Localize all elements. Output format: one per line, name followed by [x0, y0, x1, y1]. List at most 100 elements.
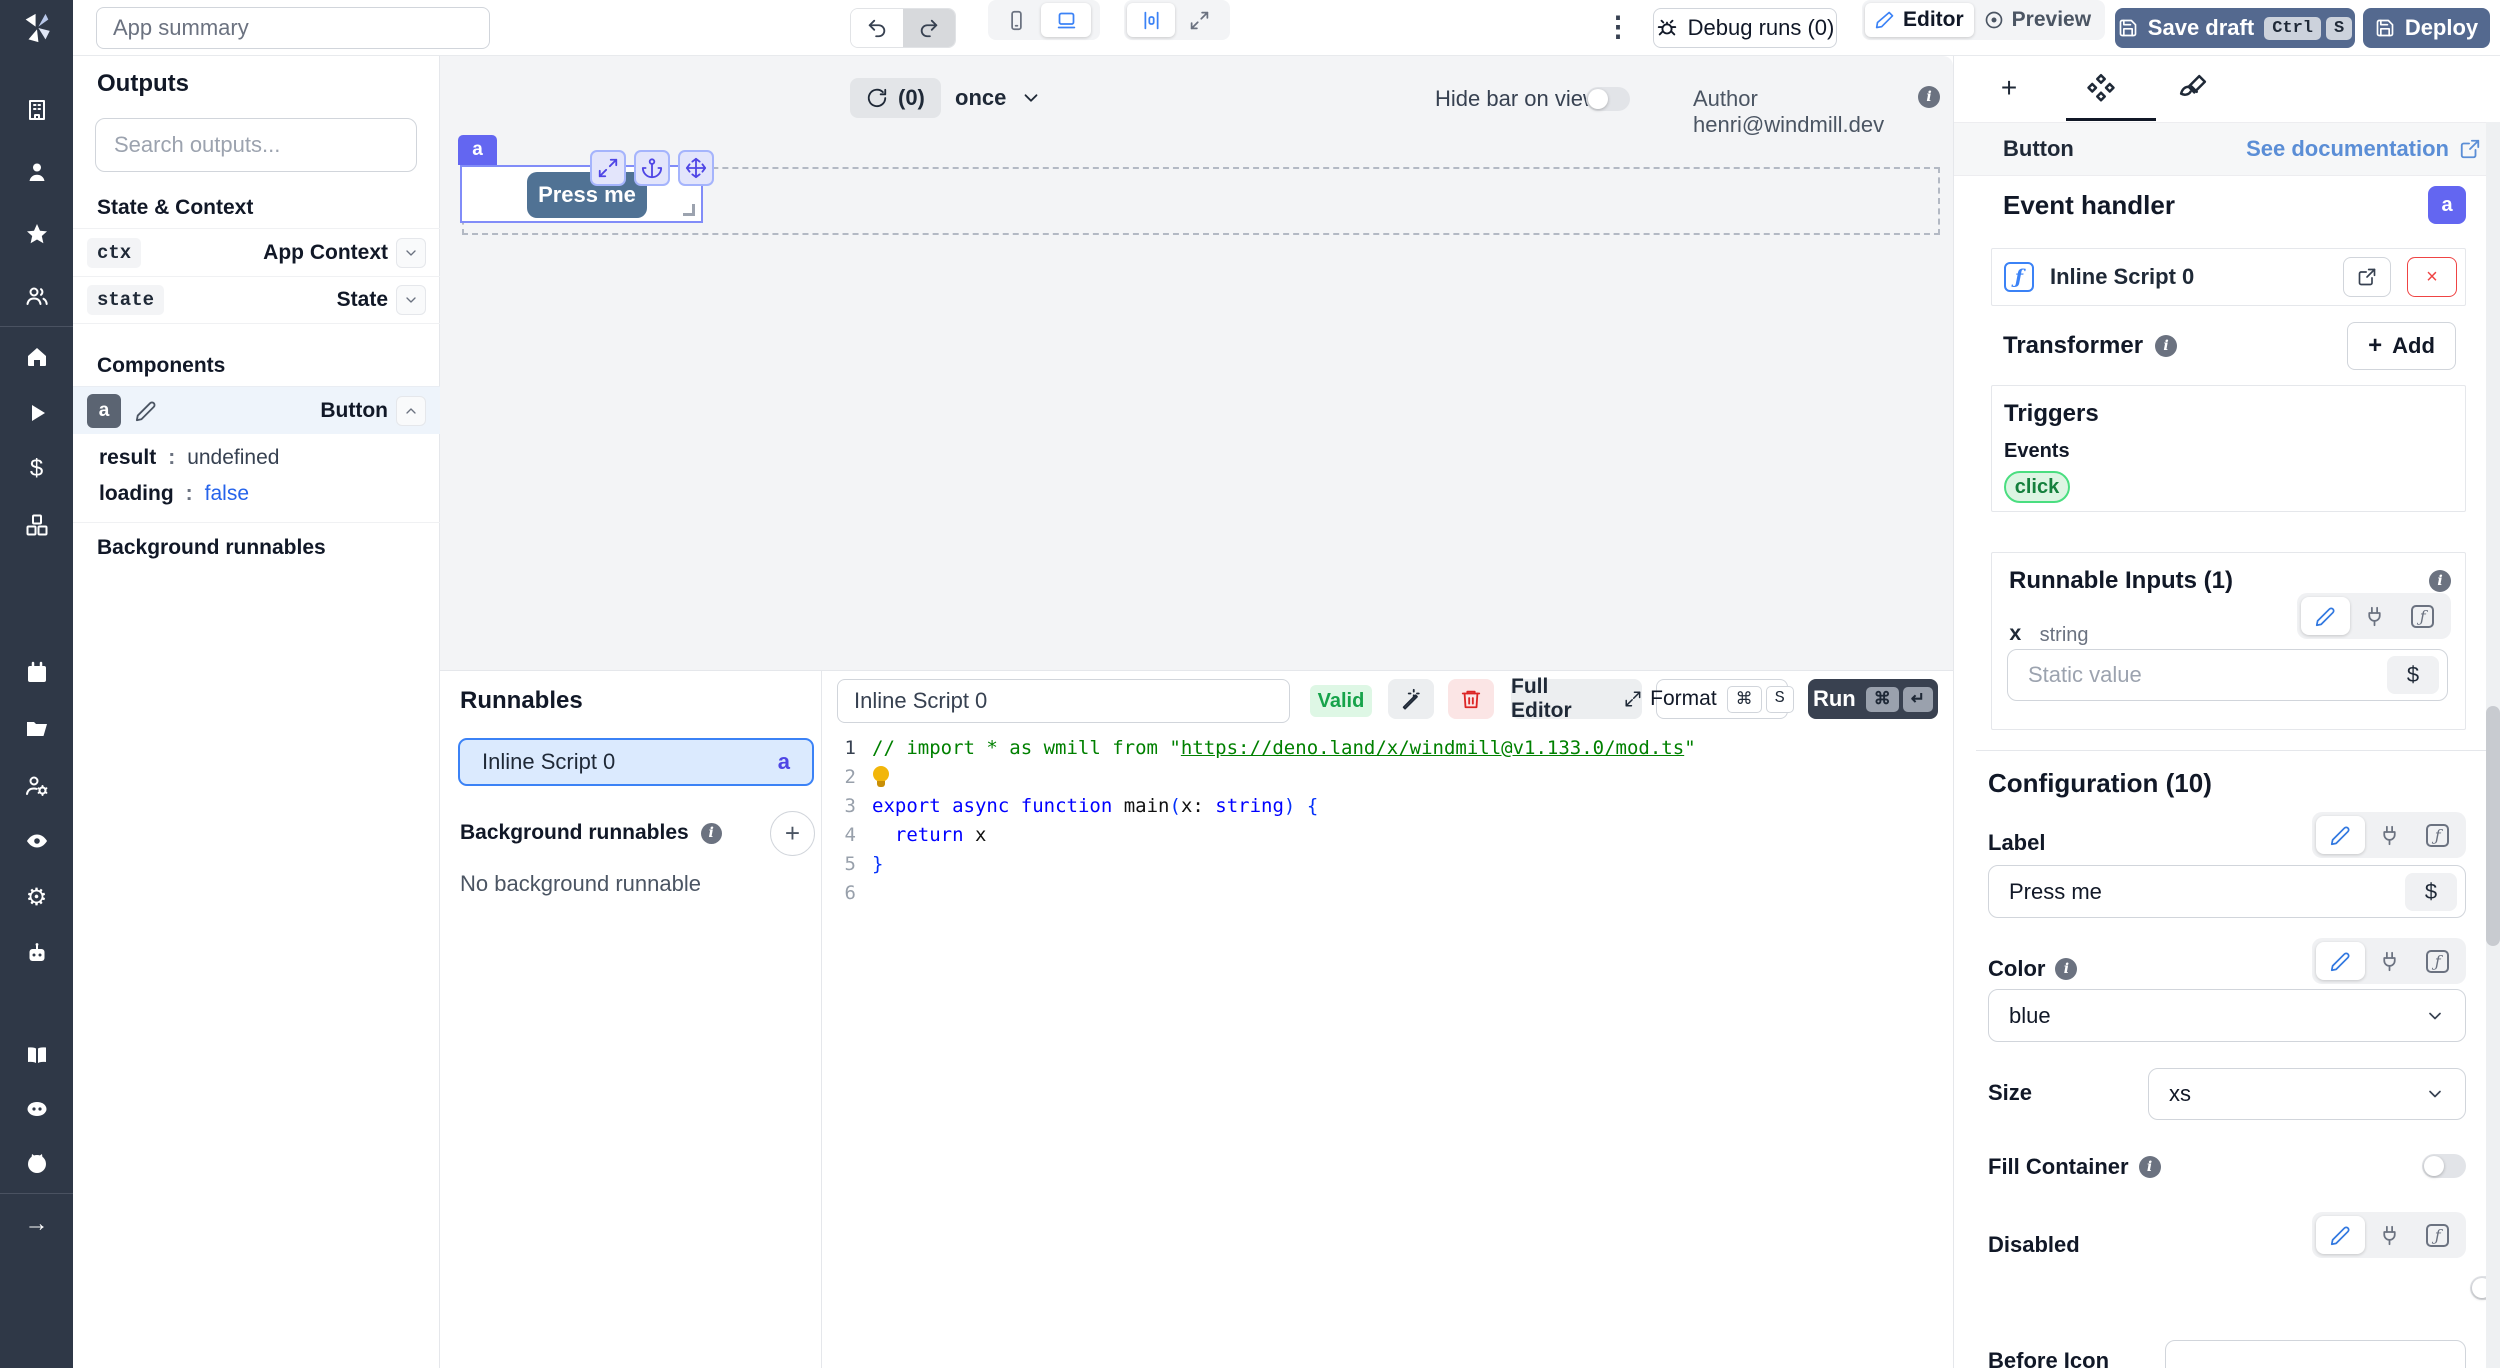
fullwidth-button[interactable]	[1175, 3, 1223, 37]
template-dollar-button[interactable]: $	[2387, 656, 2439, 694]
color-info-icon[interactable]: i	[2055, 958, 2077, 980]
delete-script-button[interactable]	[1448, 679, 1494, 719]
code-line[interactable]: 3 export async function main(x: string) …	[822, 791, 1953, 820]
tab-component-settings[interactable]	[2081, 68, 2121, 108]
code-line[interactable]: 6	[822, 878, 1953, 907]
see-documentation-link[interactable]: See documentation	[2246, 136, 2481, 162]
ai-assist-button[interactable]	[1388, 679, 1434, 719]
sidebar-item-home[interactable]	[0, 337, 73, 377]
tab-styling[interactable]	[2173, 68, 2213, 108]
full-editor-button[interactable]: Full Editor	[1511, 679, 1642, 719]
fill-container-toggle[interactable]	[2422, 1154, 2466, 1178]
eval-mode-button[interactable]: ƒ	[2413, 1216, 2462, 1254]
remove-script-button[interactable]: ×	[2407, 257, 2457, 297]
move-handle-button[interactable]	[678, 150, 714, 186]
collapse-chevron-button[interactable]	[396, 396, 426, 426]
sidebar-item-bot[interactable]	[0, 933, 73, 973]
runnable-inputs-info-icon[interactable]: i	[2429, 570, 2451, 592]
sidebar-item-book[interactable]	[0, 1035, 73, 1075]
before-icon-select[interactable]	[2165, 1340, 2466, 1368]
color-select[interactable]: blue	[1988, 989, 2466, 1042]
sidebar-item-boxes[interactable]	[0, 505, 73, 545]
code-line[interactable]: 5 }	[822, 849, 1953, 878]
tab-insert-component[interactable]: +	[1989, 68, 2029, 108]
app-summary-input[interactable]	[96, 7, 490, 49]
component-row-header[interactable]: a Button	[73, 386, 440, 434]
anchor-handle-button[interactable]	[634, 150, 670, 186]
debug-runs-button[interactable]: Debug runs (0)	[1653, 8, 1837, 48]
code-line[interactable]: 1 // import * as wmill from "https://den…	[822, 733, 1953, 762]
sidebar-item-calendar[interactable]	[0, 653, 73, 693]
hide-bar-toggle[interactable]	[1586, 87, 1630, 111]
expand-handle-button[interactable]	[590, 150, 626, 186]
sidebar-item-folder[interactable]	[0, 709, 73, 749]
press-me-button[interactable]: Press me	[527, 172, 647, 218]
connect-mode-button[interactable]	[2365, 1216, 2414, 1254]
sidebar-item-star[interactable]	[0, 214, 73, 254]
search-outputs-input[interactable]	[95, 118, 417, 172]
size-select[interactable]: xs	[2148, 1068, 2466, 1120]
eval-mode-button[interactable]: ƒ	[2413, 816, 2462, 854]
script-name-input[interactable]	[837, 679, 1290, 723]
tab-editor[interactable]: Editor	[1865, 3, 1974, 37]
static-mode-button[interactable]	[2316, 816, 2365, 854]
code-line[interactable]: 2	[822, 762, 1953, 791]
windmill-logo[interactable]	[0, 0, 73, 56]
expand-chevron-button[interactable]	[396, 285, 426, 315]
desktop-view-button[interactable]	[1041, 3, 1091, 37]
scrollbar-thumb[interactable]	[2486, 706, 2500, 946]
mobile-view-button[interactable]	[991, 3, 1041, 37]
tab-preview[interactable]: Preview	[1974, 3, 2101, 37]
add-background-runnable-button[interactable]: +	[770, 811, 815, 856]
lightbulb-icon[interactable]	[872, 766, 890, 788]
app-canvas[interactable]: (0) once Hide bar on view Author henri@w…	[440, 56, 1953, 670]
connect-mode-button[interactable]	[2350, 597, 2399, 635]
sidebar-item-user-cog[interactable]	[0, 765, 73, 805]
transformer-info-icon[interactable]: i	[2155, 335, 2177, 357]
sidebar-item-dollar[interactable]: $	[0, 449, 73, 489]
run-button[interactable]: Run ⌘↵	[1808, 679, 1938, 719]
static-value-input[interactable]: Static value $	[2007, 649, 2448, 701]
code-line[interactable]: 4 return x	[822, 820, 1953, 849]
eval-mode-button[interactable]: ƒ	[2413, 942, 2462, 980]
sidebar-item-arrow-right[interactable]: →	[0, 1204, 73, 1244]
connect-mode-button[interactable]	[2365, 816, 2414, 854]
sidebar-item-github[interactable]	[0, 1143, 73, 1183]
expand-chevron-button[interactable]	[396, 238, 426, 268]
refresh-count-button[interactable]: (0)	[850, 78, 941, 118]
event-handler-script-row[interactable]: ƒ Inline Script 0 ×	[1991, 248, 2466, 306]
more-menu-button[interactable]: ⋮	[1598, 4, 1638, 48]
code-editor-content[interactable]: 1 // import * as wmill from "https://den…	[822, 733, 1953, 907]
sidebar-item-discord[interactable]	[0, 1089, 73, 1129]
panel-scrollbar[interactable]	[2486, 122, 2500, 1368]
state-context-row-ctx[interactable]: ctx App Context	[73, 228, 440, 276]
runnable-item-inline-script-0[interactable]: Inline Script 0 a	[458, 738, 814, 786]
add-transformer-button[interactable]: + Add	[2347, 322, 2456, 370]
state-context-row-state[interactable]: state State	[73, 276, 440, 324]
author-info-icon[interactable]: i	[1918, 86, 1940, 108]
sidebar-item-play[interactable]	[0, 393, 73, 433]
undo-button[interactable]	[851, 9, 903, 47]
sidebar-item-building[interactable]	[0, 90, 73, 130]
label-input[interactable]: Press me $	[1988, 865, 2466, 918]
format-button[interactable]: Format ⌘S	[1656, 679, 1788, 719]
eval-mode-button[interactable]: ƒ	[2398, 597, 2447, 635]
sidebar-item-users[interactable]	[0, 276, 73, 316]
save-draft-button[interactable]: Save draft CtrlS	[2115, 8, 2355, 48]
edit-id-icon[interactable]	[135, 400, 157, 422]
static-mode-button[interactable]	[2301, 597, 2350, 635]
sidebar-item-eye[interactable]	[0, 821, 73, 861]
resize-handle[interactable]	[683, 204, 695, 216]
sidebar-item-user[interactable]	[0, 152, 73, 192]
open-script-button[interactable]	[2343, 257, 2391, 297]
redo-button[interactable]	[903, 9, 955, 47]
connect-mode-button[interactable]	[2365, 942, 2414, 980]
background-info-icon[interactable]: i	[701, 823, 722, 844]
sidebar-item-gear[interactable]: ⚙	[0, 877, 73, 917]
component-tag[interactable]: a	[458, 135, 497, 165]
label-dollar-button[interactable]: $	[2405, 873, 2457, 911]
refresh-mode-dropdown[interactable]: once	[955, 78, 1042, 118]
center-align-button[interactable]	[1127, 3, 1175, 37]
static-mode-button[interactable]	[2316, 1216, 2365, 1254]
deploy-button[interactable]: Deploy	[2363, 8, 2490, 48]
